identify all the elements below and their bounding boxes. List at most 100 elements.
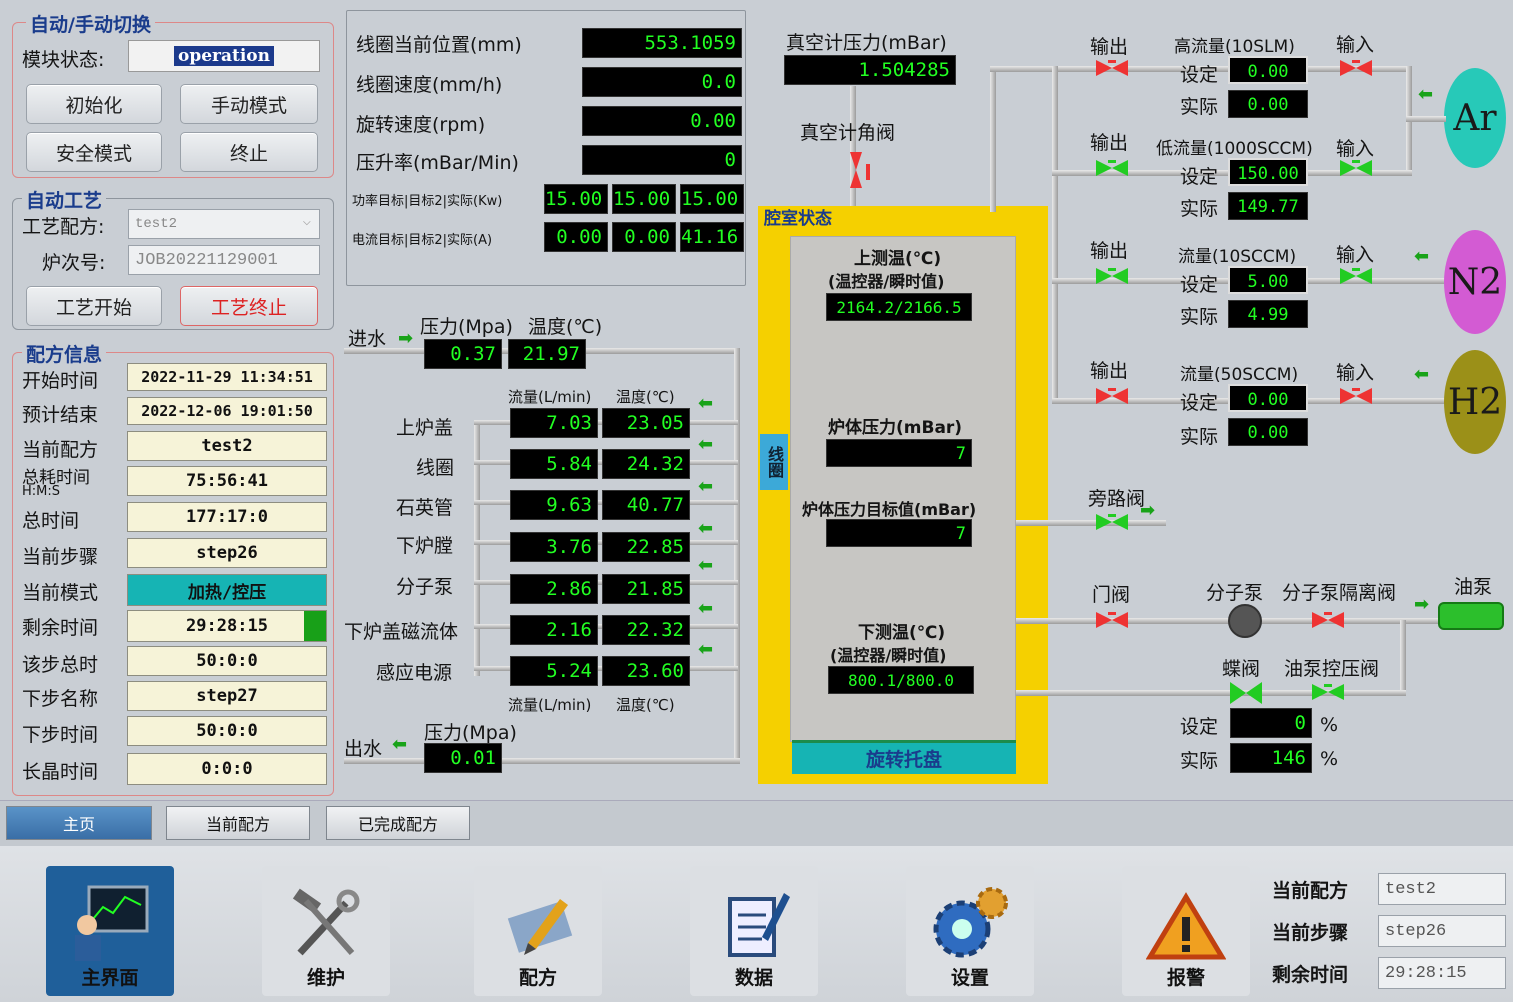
nav-main-button[interactable]: 主界面 [46, 866, 174, 996]
water-flow-footer: 流量(L/min) [508, 696, 592, 714]
gas-input-valve-icon[interactable] [1340, 160, 1372, 176]
water-row-name: 线圈 [416, 457, 455, 479]
water-arrow-icon: ⬅ [698, 598, 714, 619]
gas-line-name: 低流量(1000SCCM) [1156, 139, 1313, 159]
water-out-pressure: 0.01 [424, 743, 502, 773]
gas-actual-value: 4.99 [1228, 300, 1308, 328]
butterfly-pipe [1016, 690, 1406, 696]
tab-completed-recipes[interactable]: 已完成配方 [326, 806, 470, 840]
water-in-arrow-icon: ➡ [398, 328, 414, 349]
gas-input-valve-icon[interactable] [1340, 60, 1372, 76]
butterfly-valve-icon[interactable] [1230, 682, 1262, 704]
init-button[interactable]: 初始化 [26, 84, 162, 124]
gas-arrow-icon: ⬅ [1414, 364, 1430, 385]
recipe-select-value: test2 [135, 216, 178, 232]
batch-field[interactable]: JOB20221129001 [128, 245, 320, 275]
nav-main-label: 主界面 [81, 967, 139, 989]
water-row-flow: 9.63 [510, 490, 598, 520]
water-temp-footer: 温度(℃) [616, 696, 675, 714]
gas-actual-value: 0.00 [1228, 90, 1308, 118]
gas-actual-value: 149.77 [1228, 192, 1308, 220]
water-arrow-icon: ⬅ [698, 555, 714, 576]
nav-recipe-button[interactable]: 配方 [474, 866, 602, 996]
gas-arrow-icon: ⬅ [1414, 246, 1430, 267]
pressure-rise-label: 压升率(mBar/Min) [356, 152, 519, 174]
current-target: 0.00 [544, 222, 608, 252]
current-target2: 0.00 [612, 222, 676, 252]
info-value-remaining: 29:28:15 [186, 616, 268, 636]
ar-label: Ar [1453, 97, 1497, 139]
molecular-pump-label: 分子泵 [1206, 582, 1264, 604]
gas-input-valve-icon[interactable] [1340, 268, 1372, 284]
footer-remaining-label: 剩余时间 [1272, 964, 1349, 986]
nav-maintenance-label: 维护 [306, 967, 345, 989]
water-row-flow: 2.86 [510, 574, 598, 604]
bottom-temp-sub: (温控器/瞬时值) [830, 646, 947, 665]
gas-set-value[interactable]: 5.00 [1228, 266, 1308, 294]
info-value-next-step: step27 [127, 681, 327, 711]
gas-line-name: 流量(50SCCM) [1180, 365, 1299, 385]
process-end-button[interactable]: 工艺终止 [180, 286, 318, 326]
safe-mode-button[interactable]: 安全模式 [26, 132, 162, 172]
gas-output-valve-icon[interactable] [1096, 388, 1128, 404]
stop-button[interactable]: 终止 [180, 132, 318, 172]
gas-set-value[interactable]: 0.00 [1228, 384, 1308, 412]
water-out-arrow-icon: ⬅ [392, 734, 408, 755]
process-start-button[interactable]: 工艺开始 [26, 286, 162, 326]
gas-output-valve-icon[interactable] [1096, 160, 1128, 176]
h2-label: H2 [1447, 381, 1503, 423]
tab-home[interactable]: 主页 [6, 806, 152, 840]
bypass-valve-label: 旁路阀 [1088, 488, 1146, 510]
gas-output-label: 输出 [1090, 132, 1129, 154]
oil-ctrl-valve-icon[interactable] [1312, 684, 1344, 700]
vacuum-valve-label: 真空计角阀 [800, 122, 896, 144]
bypass-valve-icon[interactable] [1096, 514, 1128, 530]
coil-tag: 线圈 [760, 434, 788, 490]
water-row-temp: 22.32 [602, 615, 690, 645]
butterfly-set-value[interactable]: 0 [1230, 708, 1312, 738]
nav-maintenance-button[interactable]: 维护 [262, 866, 390, 996]
gas-output-valve-icon[interactable] [1096, 268, 1128, 284]
nav-settings-button[interactable]: 设置 [906, 866, 1034, 996]
water-row-name: 石英管 [396, 497, 454, 519]
gas-input-valve-icon[interactable] [1340, 388, 1372, 404]
rotation-speed-value: 0.00 [582, 106, 742, 136]
tools-icon [292, 888, 360, 956]
nav-data-button[interactable]: 数据 [690, 866, 818, 996]
water-manifold-left [474, 420, 480, 676]
warning-icon [1146, 892, 1226, 960]
gas-arrow-icon: ⬅ [1418, 84, 1434, 105]
vacuum-gauge-label: 真空计压力(mBar) [786, 32, 947, 54]
gas-output-label: 输出 [1090, 36, 1129, 58]
oil-pump-icon[interactable] [1438, 602, 1504, 630]
info-label-total: 总时间 [22, 510, 80, 532]
nav-recipe-label: 配方 [518, 967, 557, 989]
main-screen-icon [75, 885, 149, 961]
water-temp-header: 温度(℃) [616, 388, 675, 406]
water-row-flow: 2.16 [510, 615, 598, 645]
water-row-temp: 21.85 [602, 574, 690, 604]
module-status-label: 模块状态: [22, 49, 105, 71]
recipe-select[interactable]: test2 ⌵ [128, 209, 320, 239]
info-label-growth-time: 长晶时间 [22, 761, 99, 783]
tab-current-recipe[interactable]: 当前配方 [166, 806, 310, 840]
gas-output-valve-icon[interactable] [1096, 60, 1128, 76]
gate-valve-icon[interactable] [1096, 612, 1128, 628]
ar-cylinder: Ar [1444, 68, 1506, 168]
batch-label: 炉次号: [42, 252, 106, 274]
gas-set-value[interactable]: 150.00 [1228, 158, 1308, 186]
water-arrow-icon: ⬅ [698, 434, 714, 455]
water-manifold-right [734, 348, 740, 764]
water-in-label: 进水 [348, 328, 387, 350]
gas-set-value[interactable]: 0.00 [1228, 56, 1308, 84]
mol-iso-valve-icon[interactable] [1312, 612, 1344, 628]
manual-mode-button[interactable]: 手动模式 [180, 84, 318, 124]
oil-ctrl-valve-label: 油泵控压阀 [1284, 658, 1380, 680]
water-arrow-icon: ⬅ [698, 393, 714, 414]
pen-icon [507, 899, 573, 955]
top-temp-sub: (温控器/瞬时值) [828, 272, 945, 291]
vacuum-angle-valve[interactable] [844, 150, 872, 190]
water-out-pressure-label: 压力(Mpa) [424, 722, 517, 744]
molecular-pump-icon[interactable] [1228, 604, 1262, 638]
nav-alarm-button[interactable]: 报警 [1122, 866, 1250, 996]
